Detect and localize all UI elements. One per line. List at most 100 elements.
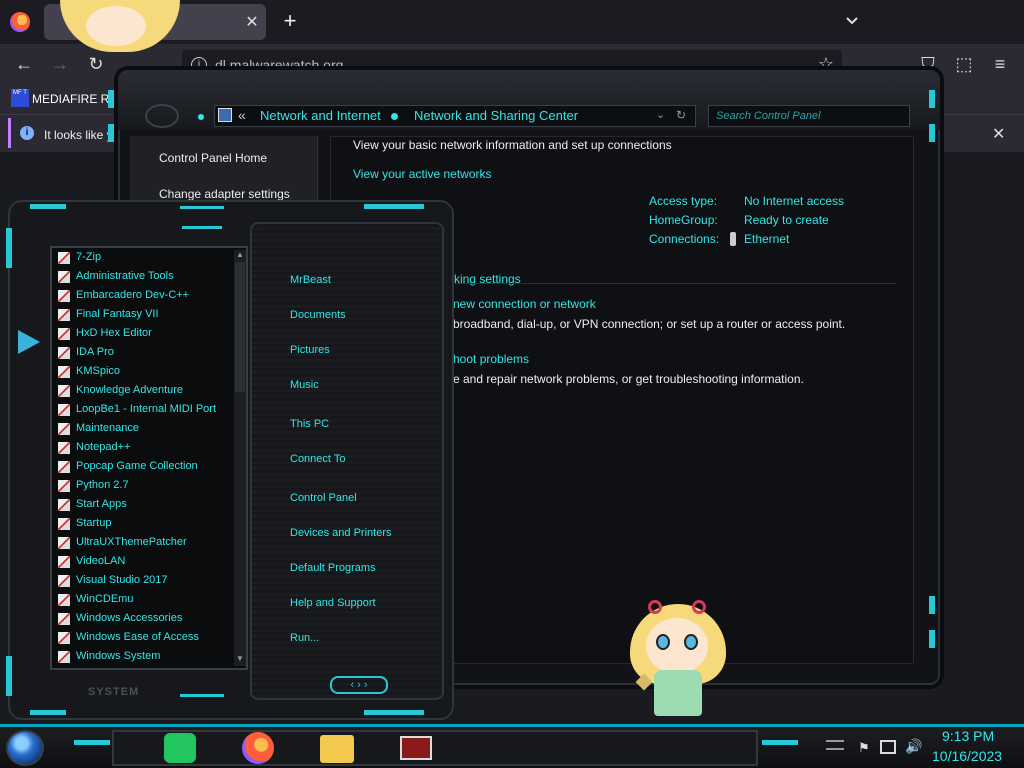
program-folder-icon — [58, 518, 70, 530]
program-folder-icon — [58, 423, 70, 435]
start-menu-link[interactable]: Devices and Printers — [290, 527, 392, 539]
program-item[interactable]: 7-Zip — [58, 249, 233, 267]
firefox-icon[interactable] — [10, 12, 30, 32]
program-folder-icon — [58, 404, 70, 416]
breadcrumb-sharing-center[interactable]: Network and Sharing Center — [414, 108, 578, 123]
start-menu-link[interactable]: Run... — [290, 632, 319, 644]
notification-text: It looks like y — [44, 128, 113, 142]
show-desktop-icon[interactable] — [826, 740, 844, 750]
clock-time[interactable]: 9:13 PM — [942, 728, 994, 744]
access-type-value: No Internet access — [744, 194, 845, 208]
star-character-face — [86, 6, 146, 46]
start-menu-nav-arrows[interactable]: ‹ › › — [330, 676, 388, 694]
program-item[interactable]: Windows Accessories — [58, 610, 233, 628]
extensions-icon[interactable]: ⬚ — [952, 52, 976, 76]
program-item[interactable]: UltraUXThemePatcher — [58, 534, 233, 552]
start-menu-link[interactable]: Help and Support — [290, 597, 376, 609]
frame-decoration — [182, 226, 222, 229]
program-item[interactable]: Windows System — [58, 648, 233, 666]
program-item[interactable]: VideoLAN — [58, 553, 233, 571]
nav-indicator — [198, 114, 204, 120]
network-icon[interactable] — [880, 740, 896, 754]
start-menu-link[interactable]: Documents — [290, 309, 346, 321]
ethernet-link[interactable]: Ethernet — [744, 232, 789, 246]
program-label: Visual Studio 2017 — [76, 574, 168, 586]
program-item[interactable]: Startup — [58, 515, 233, 533]
address-chevron[interactable]: « — [238, 107, 246, 123]
notification-close-icon[interactable]: ✕ — [992, 124, 1005, 144]
star-character-eye — [684, 634, 698, 650]
program-folder-icon — [58, 385, 70, 397]
program-folder-icon — [58, 556, 70, 568]
scroll-up-icon[interactable]: ▲ — [236, 250, 244, 259]
scroll-down-icon[interactable]: ▼ — [236, 654, 244, 663]
sidebar-item-home[interactable]: Control Panel Home — [159, 151, 267, 165]
start-menu-link[interactable]: Control Panel — [290, 492, 357, 504]
frame-decoration — [180, 206, 224, 209]
scrollbar-thumb[interactable] — [235, 262, 245, 392]
program-item[interactable]: IDA Pro — [58, 344, 233, 362]
program-item[interactable]: HxD Hex Editor — [58, 325, 233, 343]
start-menu-link[interactable]: This PC — [290, 418, 329, 430]
notification-accent — [8, 118, 11, 148]
sticky-notes-icon[interactable] — [164, 733, 196, 763]
program-item[interactable]: Popcap Game Collection — [58, 458, 233, 476]
program-item[interactable]: Visual Studio 2017 — [58, 572, 233, 590]
reload-button[interactable]: ↻ — [84, 52, 108, 76]
program-label: UltraUXThemePatcher — [76, 536, 187, 548]
frame-decoration — [929, 124, 935, 142]
new-connection-link[interactable]: new connection or network — [453, 297, 596, 311]
tab-close-icon[interactable]: ✕ — [244, 12, 260, 31]
program-folder-icon — [58, 461, 70, 473]
program-folder-icon — [58, 575, 70, 587]
program-item[interactable]: Windows Ease of Access — [58, 629, 233, 647]
program-item[interactable]: KMSpico — [58, 363, 233, 381]
frame-decoration — [929, 630, 935, 648]
program-folder-icon — [58, 252, 70, 264]
file-explorer-icon[interactable] — [320, 735, 354, 763]
tab-list-chevron-icon[interactable] — [844, 12, 864, 32]
back-forward-button[interactable] — [145, 104, 179, 128]
search-placeholder[interactable]: Search Control Panel — [716, 110, 821, 122]
refresh-icon[interactable]: ↻ — [676, 108, 686, 122]
program-item[interactable]: WinCDEmu — [58, 591, 233, 609]
action-center-flag-icon[interactable]: ⚑ — [858, 740, 870, 756]
program-item[interactable]: Administrative Tools — [58, 268, 233, 286]
start-menu-link[interactable]: Default Programs — [290, 562, 376, 574]
forward-button[interactable]: → — [48, 52, 72, 76]
frame-decoration — [6, 228, 12, 268]
start-menu-link[interactable]: Music — [290, 379, 319, 391]
clock-date[interactable]: 10/16/2023 — [932, 748, 1002, 764]
program-item[interactable]: Maintenance — [58, 420, 233, 438]
bookmark-mediafire[interactable]: MEDIAFIRE RO — [32, 92, 119, 106]
app-taskbar-icon[interactable] — [400, 736, 432, 760]
start-menu-link[interactable]: Pictures — [290, 344, 330, 356]
troubleshoot-link[interactable]: hoot problems — [453, 352, 529, 366]
frame-decoration — [364, 710, 424, 715]
back-button[interactable]: ← — [12, 52, 36, 76]
sidebar-item-adapter[interactable]: Change adapter settings — [159, 187, 290, 201]
volume-icon[interactable]: 🔊 — [905, 738, 922, 755]
program-item[interactable]: Embarcadero Dev-C++ — [58, 287, 233, 305]
program-item[interactable]: Start Apps — [58, 496, 233, 514]
breadcrumb-network-internet[interactable]: Network and Internet — [260, 108, 381, 123]
page-title: View your basic network information and … — [353, 138, 672, 152]
address-dropdown-icon[interactable]: ⌄ — [656, 108, 665, 121]
menu-icon[interactable]: ≡ — [988, 52, 1012, 76]
program-folder-icon — [58, 347, 70, 359]
firefox-taskbar-icon[interactable] — [242, 732, 274, 764]
program-item[interactable]: LoopBe1 - Internal MIDI Port — [58, 401, 233, 419]
program-label: WinCDEmu — [76, 593, 134, 605]
start-menu-link[interactable]: MrBeast — [290, 274, 331, 286]
program-item[interactable]: Notepad++ — [58, 439, 233, 457]
start-button[interactable] — [6, 730, 44, 766]
program-item[interactable]: Final Fantasy VII — [58, 306, 233, 324]
frame-decoration — [762, 740, 798, 745]
start-menu-link[interactable]: Connect To — [290, 453, 345, 465]
program-item[interactable]: Knowledge Adventure — [58, 382, 233, 400]
new-tab-button[interactable]: + — [280, 10, 300, 32]
homegroup-link[interactable]: Ready to create — [744, 213, 829, 227]
program-folder-icon — [58, 442, 70, 454]
program-label: Python 2.7 — [76, 479, 129, 491]
program-item[interactable]: Python 2.7 — [58, 477, 233, 495]
